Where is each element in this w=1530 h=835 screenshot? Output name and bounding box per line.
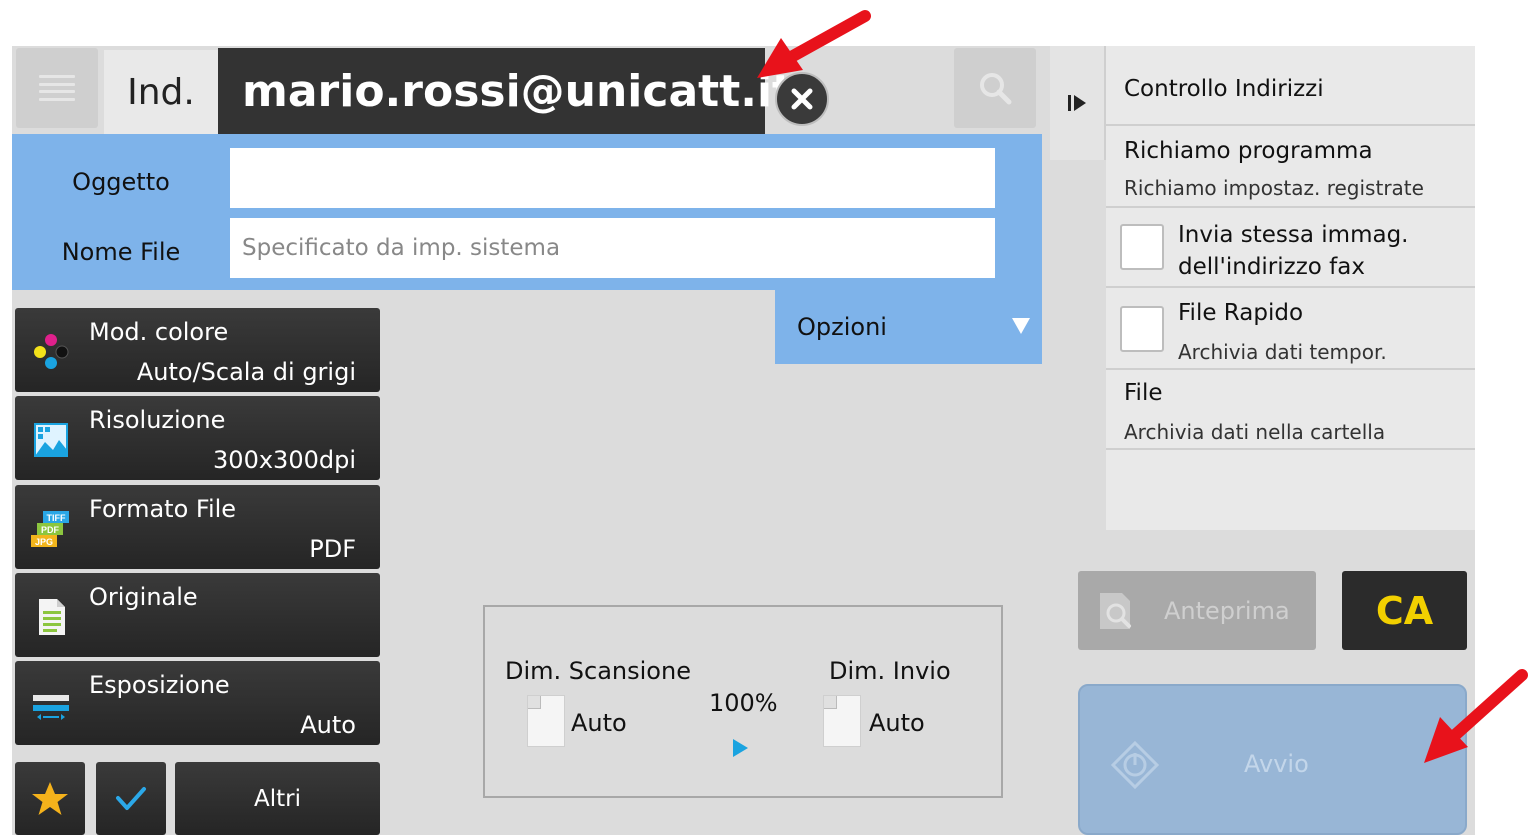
color-mode-button[interactable]: Mod. colore Auto/Scala di grigi [15,308,380,392]
quick-file-title: File Rapido [1178,300,1304,326]
subject-filename-panel: Oggetto Nome File Specificato da imp. si… [12,134,1042,290]
search-button[interactable] [954,48,1036,128]
annotation-arrow-icon [757,10,871,78]
address-book-icon [39,75,75,101]
pdf-label: PDF [41,525,60,535]
original-title: Originale [89,583,198,611]
tiff-label: TIFF [47,513,66,523]
file-format-title: Formato File [89,495,237,523]
options-label: Opzioni [797,313,887,341]
address-check-item[interactable]: Controllo Indirizzi [1106,46,1475,126]
same-image-fax-checkbox[interactable] [1120,224,1164,270]
color-mode-icon [34,334,69,369]
program-recall-title: Richiamo programma [1124,138,1373,164]
exposure-icon [33,695,69,720]
subject-input[interactable] [230,148,995,208]
file-title: File [1124,380,1163,406]
star-icon [32,781,68,815]
search-icon [980,73,1012,105]
program-recall-subtitle: Richiamo impostaz. registrate [1124,176,1424,200]
clear-all-button[interactable]: CA [1342,571,1467,650]
original-button[interactable]: Originale [15,573,380,657]
address-check-title: Controllo Indirizzi [1124,76,1324,102]
resolution-title: Risoluzione [89,406,226,434]
resolution-value: 300x300dpi [213,446,356,474]
color-mode-title: Mod. colore [89,318,229,346]
annotation-arrow-icon [1424,669,1528,763]
same-image-fax-subtitle: dell'indirizzo fax [1178,254,1365,280]
panel-toggle-button[interactable] [1050,46,1106,160]
same-image-fax-title: Invia stessa immag. [1178,222,1409,248]
filename-input[interactable]: Specificato da imp. sistema [230,218,995,278]
check-button[interactable] [96,762,166,835]
send-size-value: Auto [869,709,925,737]
exposure-value: Auto [300,711,356,739]
file-subtitle: Archivia dati nella cartella [1124,420,1386,444]
resolution-icon [34,423,68,457]
jpg-label: JPG [35,537,53,547]
quick-file-subtitle: Archivia dati tempor. [1178,340,1387,364]
expand-panel-icon [1068,95,1086,111]
options-dropdown[interactable]: Opzioni [775,290,1042,364]
scan-size-value: Auto [571,709,627,737]
quick-file-item[interactable]: File Rapido Archivia dati tempor. [1106,288,1475,370]
favorites-button[interactable] [15,762,85,835]
file-item[interactable]: File Archivia dati nella cartella [1106,370,1475,450]
filename-label: Nome File [61,238,181,266]
copier-send-screen: Ind. mario.rossi@unicatt.it Oggetto Nome… [12,46,1475,835]
address-field[interactable]: mario.rossi@unicatt.it [218,48,793,134]
document-icon [823,695,861,747]
send-size-label: Dim. Invio [829,657,951,685]
quick-file-checkbox[interactable] [1120,306,1164,352]
file-format-value: PDF [309,535,356,563]
exposure-title: Esposizione [89,671,230,699]
start-icon [1110,740,1160,790]
subject-label: Oggetto [72,168,170,196]
program-recall-item[interactable]: Richiamo programma Richiamo impostaz. re… [1106,126,1475,208]
color-mode-value: Auto/Scala di grigi [136,358,356,386]
chevron-down-icon [1012,318,1030,334]
preview-button[interactable]: Anteprima [1078,571,1316,650]
original-document-icon [39,599,65,635]
same-image-fax-item[interactable]: Invia stessa immag. dell'indirizzo fax [1106,208,1475,288]
others-button[interactable]: Altri [175,762,380,835]
scan-size-label: Dim. Scansione [505,657,691,685]
preview-label: Anteprima [1164,596,1290,625]
address-label: Ind. [104,50,218,134]
scan-size-info: Dim. Scansione Auto 100% Dim. Invio Auto [483,605,1003,798]
preview-icon [1100,593,1131,629]
file-format-icon: TIFF PDF JPG [31,511,69,547]
start-label: Avvio [1244,750,1309,778]
exposure-button[interactable]: Esposizione Auto [15,661,380,745]
document-icon [527,695,565,747]
close-icon [791,88,813,110]
ratio-value: 100% [709,689,778,717]
file-format-button[interactable]: TIFF PDF JPG Formato File PDF [15,485,380,569]
address-book-button[interactable] [16,48,98,128]
play-arrow-icon [733,739,748,757]
start-button[interactable]: Avvio [1078,684,1467,835]
checkmark-icon [116,786,146,810]
resolution-button[interactable]: Risoluzione 300x300dpi [15,396,380,480]
right-options-panel: Controllo Indirizzi Richiamo programma R… [1106,46,1475,530]
